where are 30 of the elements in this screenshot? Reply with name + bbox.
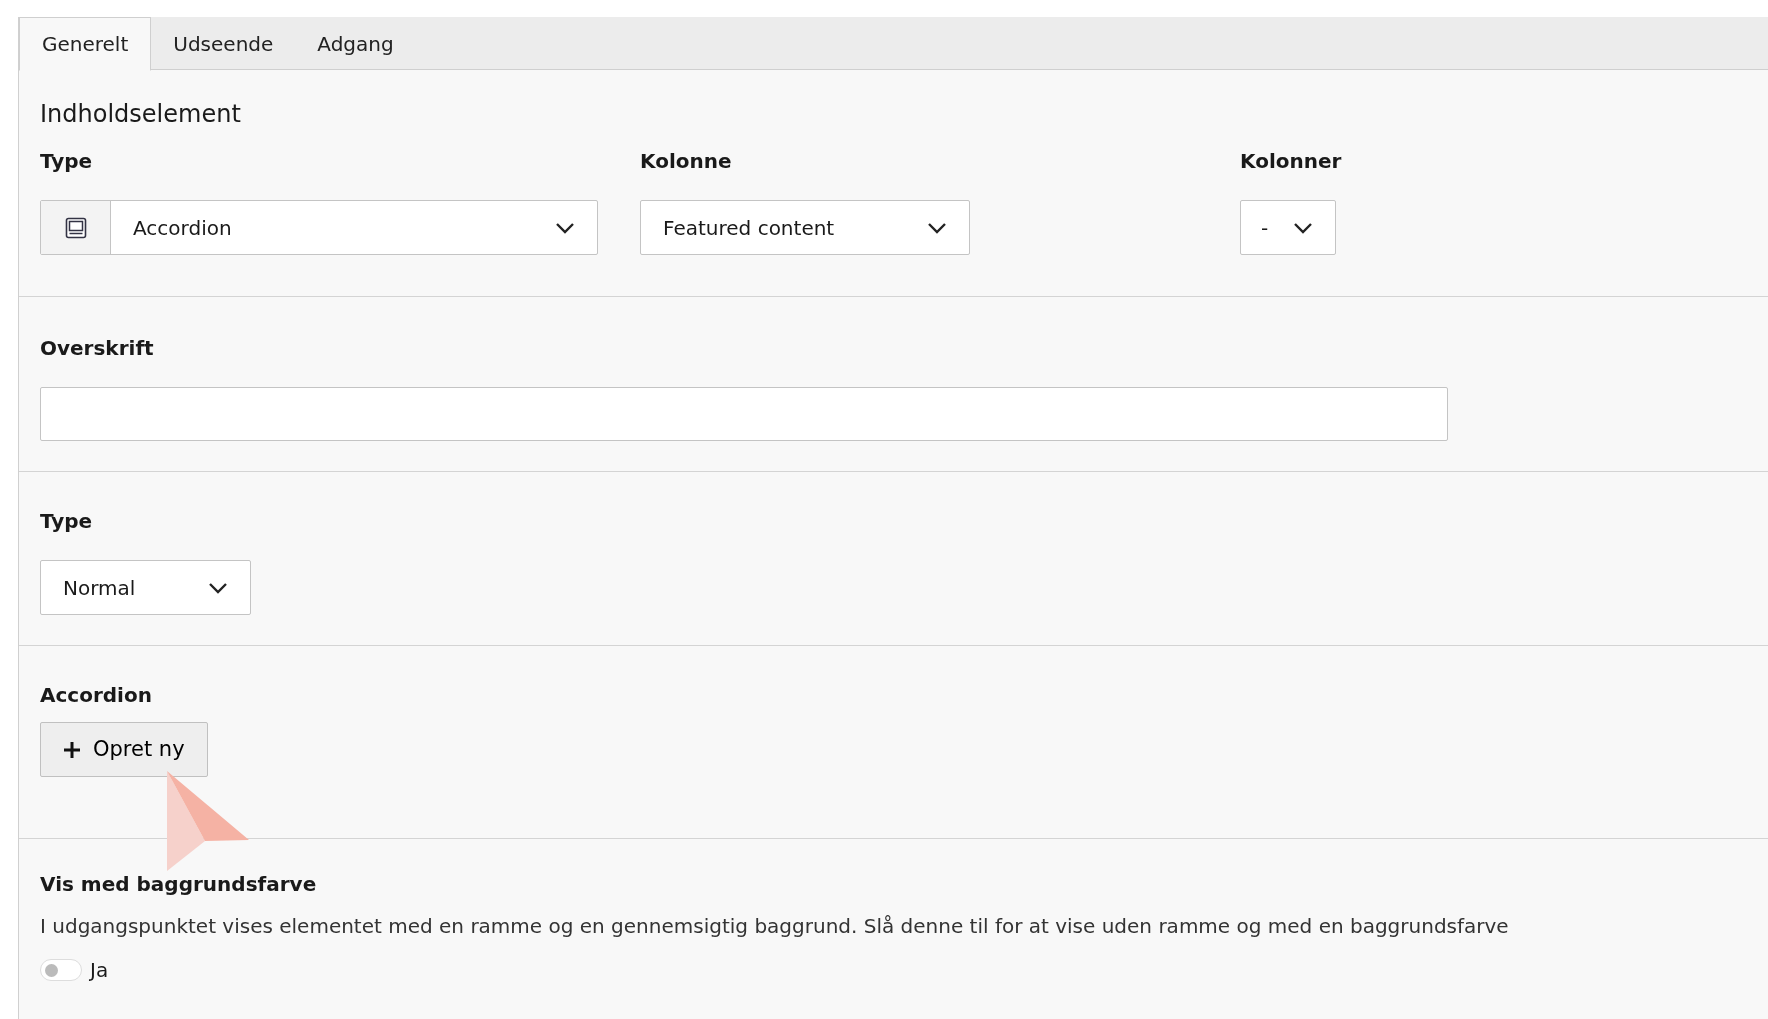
field-label: Kolonne [640,148,733,174]
select-field[interactable]: Normal [40,560,251,615]
plus-icon [63,740,81,759]
toggle-label: Ja [90,957,109,984]
field-label: Type [40,508,94,534]
field-label: Type [40,148,94,174]
chevron-down-icon [208,581,228,594]
create-new-button[interactable]: Opret ny [40,722,208,777]
chevron-down-icon [555,221,575,234]
select-value: Normal [62,574,137,602]
text-input-field[interactable] [40,387,1448,441]
tab[interactable]: Generelt [19,17,152,71]
chevron-down-icon [1293,221,1313,234]
field-label: Accordion [40,682,153,708]
select-field[interactable]: Featured content [640,200,970,255]
tab[interactable]: Adgang [295,17,416,70]
toggle-switch[interactable] [40,959,82,981]
section-title: Indholdselement [40,99,242,130]
content-element-icon [64,216,87,239]
select-value: Accordion [132,214,233,242]
select-value: - [1260,214,1270,242]
select-field[interactable]: - [1240,200,1336,255]
field-description: I udgangspunktet vises elementet med en ramme og en gennemsigtig baggrund. Slå denne til for at vise uden ramme og med en baggrundsfarve [40,913,1510,940]
field-label: Vis med baggrundsfarve [40,871,318,897]
field-label: Overskrift [40,335,155,361]
select-field[interactable]: Accordion [40,200,598,255]
field-label: Kolonner [1240,148,1343,174]
tab[interactable]: Udseende [151,17,296,70]
select-value: Featured content [662,214,836,242]
chevron-down-icon [927,221,947,234]
